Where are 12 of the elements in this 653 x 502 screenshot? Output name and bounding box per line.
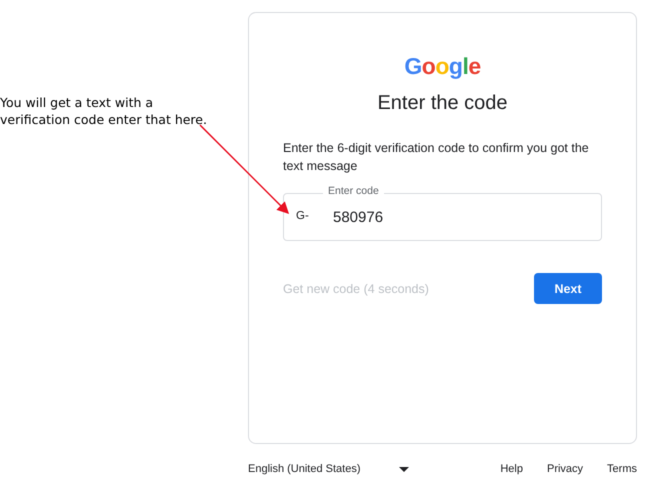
description-text: Enter the 6-digit verification code to confirm you got the text message: [283, 140, 590, 175]
footer-link[interactable]: Privacy: [546, 463, 584, 475]
caret-icon: [398, 466, 408, 472]
code-prefix: G-: [296, 210, 309, 222]
next-button[interactable]: Next: [534, 273, 602, 304]
language-selector[interactable]: English (United States): [248, 463, 408, 475]
logo: Google: [404, 53, 481, 80]
page-title: Enter the code: [376, 92, 509, 115]
annotation-note: You will get a text with a verification code enter that here.: [0, 94, 208, 128]
field-label: Enter code: [323, 185, 384, 197]
footer-link[interactable]: Help: [500, 463, 523, 475]
footer-link[interactable]: Terms: [607, 463, 637, 475]
